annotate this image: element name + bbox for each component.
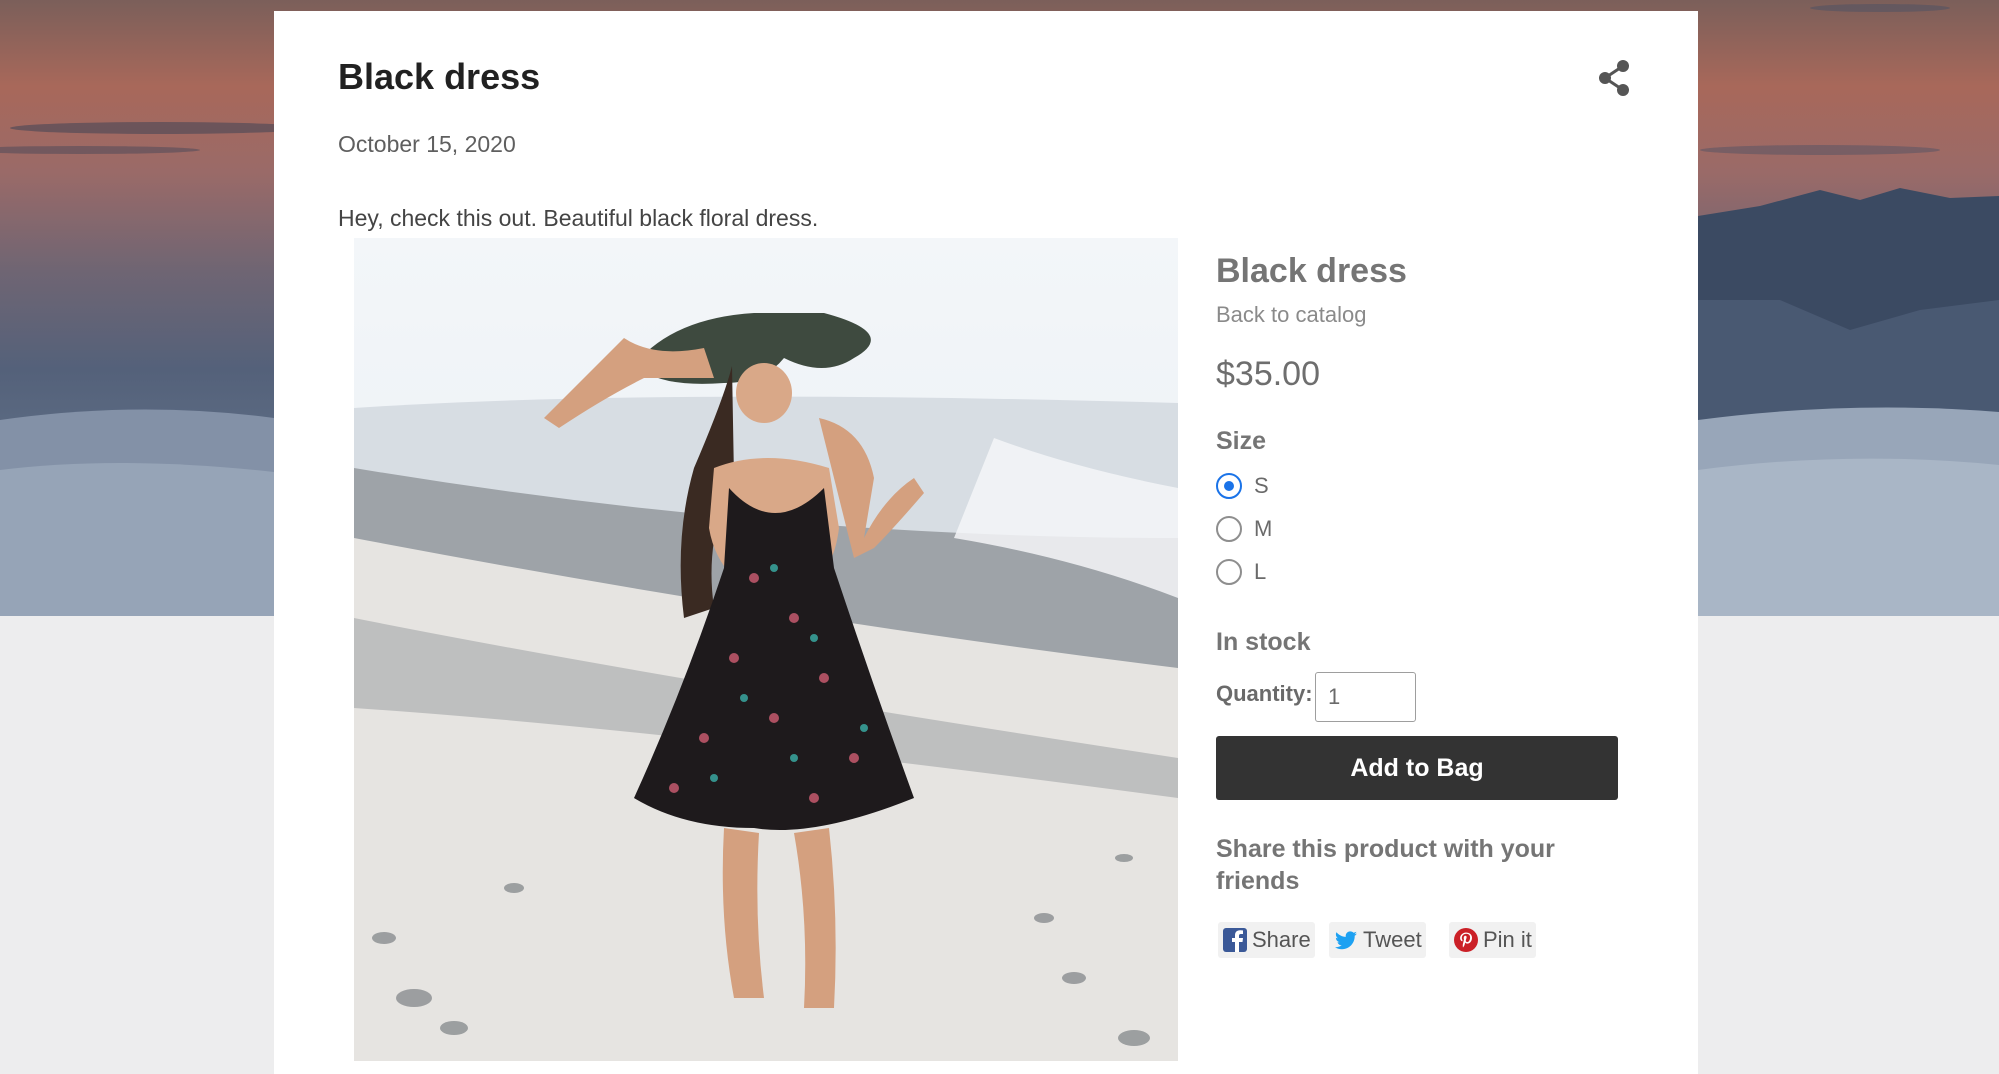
stock-status: In stock (1216, 628, 1311, 656)
quantity-label: Quantity: (1216, 681, 1313, 706)
quantity-input[interactable] (1315, 672, 1416, 722)
size-label: Size (1216, 427, 1267, 455)
facebook-share-label: Share (1252, 927, 1311, 952)
back-to-catalog-link[interactable]: Back to catalog (1216, 302, 1366, 328)
facebook-share-button[interactable]: Share (1218, 922, 1315, 958)
radio-button[interactable] (1216, 559, 1242, 585)
pinterest-icon (1454, 928, 1478, 952)
size-option-l[interactable]: L (1216, 555, 1266, 589)
post-body-text: Hey, check this out. Beautiful black flo… (338, 205, 819, 231)
radio-button[interactable] (1216, 516, 1242, 542)
twitter-icon (1335, 931, 1357, 950)
radio-button-selected[interactable] (1216, 473, 1242, 499)
twitter-share-label: Tweet (1363, 927, 1422, 952)
post-title: Black dress (338, 56, 541, 97)
size-option-label: S (1254, 473, 1269, 498)
share-heading: Share this product with your friends (1216, 835, 1555, 895)
product-image[interactable] (354, 238, 1178, 1061)
product-title: Black dress (1216, 252, 1407, 290)
size-option-m[interactable]: M (1216, 512, 1272, 546)
pinterest-share-label: Pin it (1483, 927, 1532, 952)
size-option-label: L (1254, 559, 1267, 584)
post-date: October 15, 2020 (338, 131, 516, 157)
post-card: Black dress October 15, 2020 Hey, check … (274, 11, 1698, 1074)
twitter-share-button[interactable]: Tweet (1329, 922, 1426, 958)
add-to-bag-button[interactable]: Add to Bag (1216, 736, 1618, 800)
share-icon[interactable] (1597, 59, 1631, 97)
size-option-label: M (1254, 516, 1273, 541)
size-option-s[interactable]: S (1216, 469, 1269, 503)
pinterest-share-button[interactable]: Pin it (1449, 922, 1536, 958)
product-price: $35.00 (1216, 355, 1320, 393)
facebook-icon (1223, 928, 1247, 952)
